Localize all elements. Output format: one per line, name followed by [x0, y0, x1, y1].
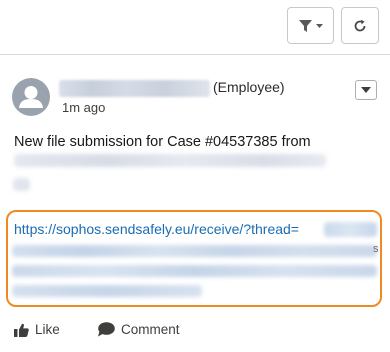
refresh-button[interactable] — [341, 7, 379, 44]
like-label: Like — [35, 322, 60, 337]
redacted-link-part[interactable] — [324, 222, 377, 237]
redacted-text — [14, 154, 326, 167]
filter-button[interactable] — [287, 7, 334, 44]
thumbs-up-icon — [14, 323, 29, 337]
user-icon — [19, 86, 43, 108]
redacted-link-part[interactable] — [12, 285, 202, 297]
refresh-icon — [354, 19, 366, 31]
filter-icon — [298, 19, 323, 32]
comment-icon — [98, 322, 115, 337]
post-text: New file submission for Case #04537385 f… — [14, 134, 311, 150]
post-menu-button[interactable] — [355, 80, 377, 100]
like-button[interactable]: Like — [14, 322, 60, 337]
chevron-down-icon — [361, 87, 371, 93]
comment-button[interactable]: Comment — [97, 322, 180, 337]
stray-character: s — [373, 243, 379, 255]
redacted-text — [13, 178, 30, 191]
author-name-redacted[interactable] — [59, 80, 210, 97]
redacted-link-part[interactable] — [12, 265, 377, 277]
redacted-link-part[interactable] — [12, 245, 377, 257]
comment-label: Comment — [121, 322, 180, 337]
submission-link[interactable]: https://sophos.sendsafely.eu/receive/?th… — [14, 221, 299, 237]
author-role: (Employee) — [213, 79, 285, 95]
avatar[interactable] — [12, 78, 50, 116]
post-timestamp[interactable]: 1m ago — [62, 100, 105, 115]
toolbar-divider — [0, 54, 390, 55]
chevron-down-icon — [315, 23, 323, 28]
